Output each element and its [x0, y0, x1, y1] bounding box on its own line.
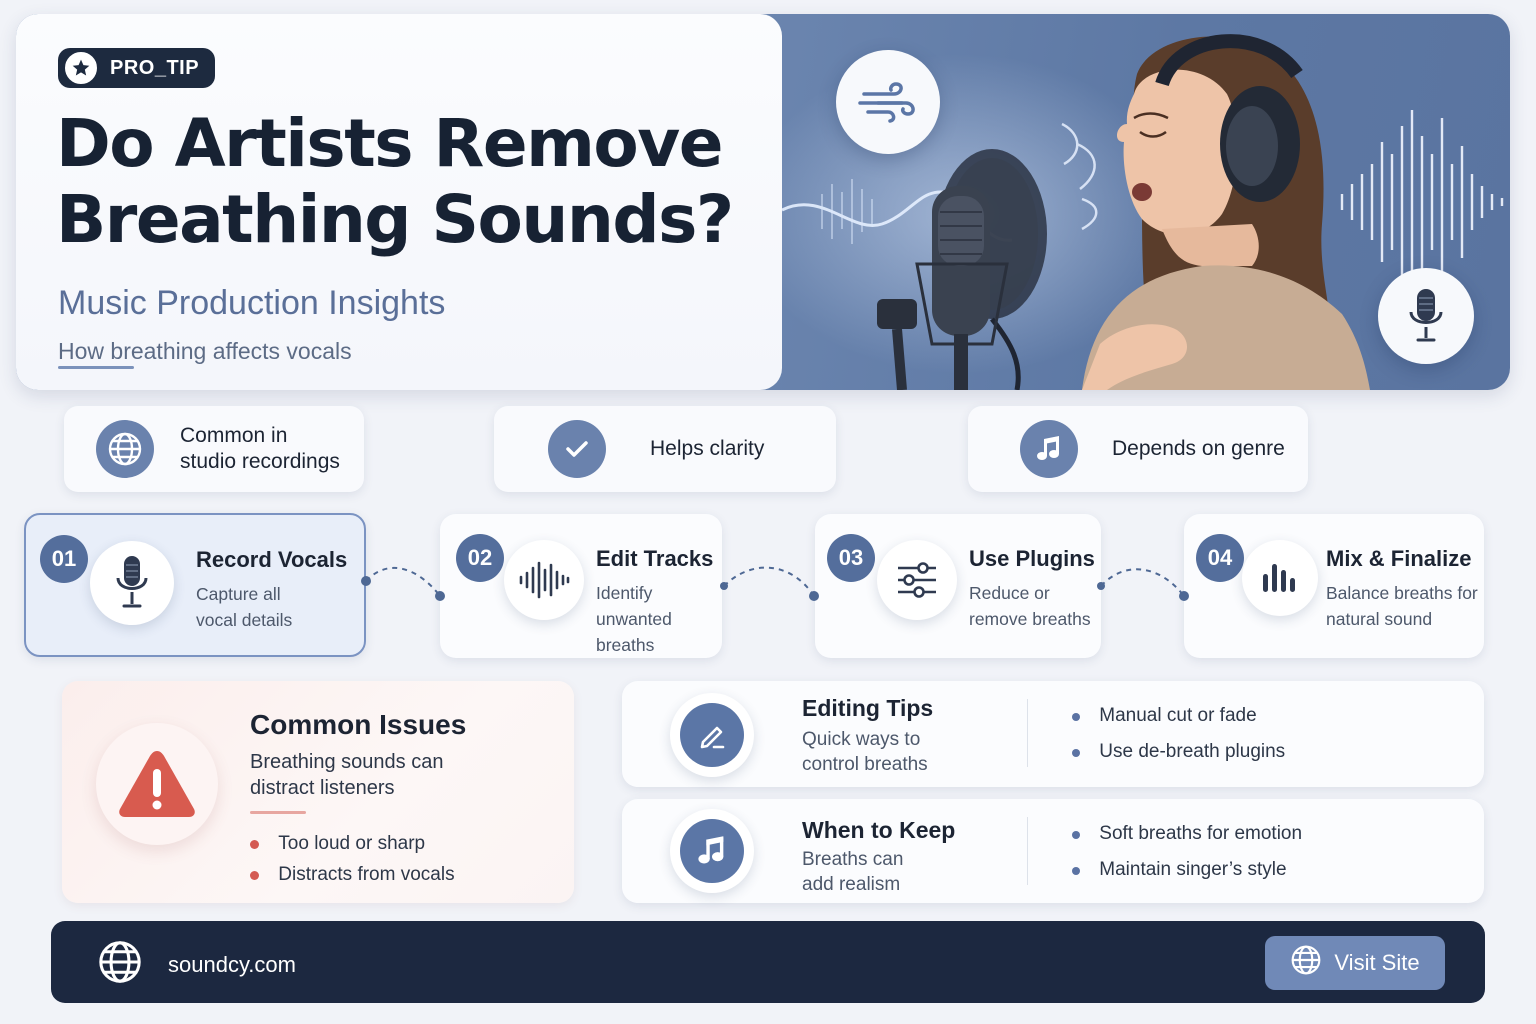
keep-desc-line: add realism	[802, 874, 901, 895]
editing-title: Editing Tips	[802, 695, 934, 721]
editing-desc-line: Quick ways to	[802, 729, 921, 750]
editing-desc: Quick ways to control breaths	[802, 727, 928, 777]
keep-title: When to Keep	[802, 817, 956, 843]
pencil-icon	[670, 693, 754, 777]
divider	[250, 811, 306, 814]
keep-item: Maintain singer’s style	[1072, 859, 1287, 881]
visit-site-button[interactable]: Visit Site	[1265, 936, 1445, 990]
bullet	[1072, 713, 1080, 721]
footer-bar: soundcy.com Visit Site	[51, 921, 1485, 1003]
keep-desc: Breaths can add realism	[802, 847, 903, 897]
issue-item: Distracts from vocals	[250, 864, 455, 886]
bullet	[1072, 831, 1080, 839]
issues-desc-line: distract listeners	[250, 777, 395, 799]
music-note-icon-bg	[680, 819, 744, 883]
tip-text: Use de-breath plugins	[1099, 741, 1286, 762]
divider	[1027, 817, 1028, 885]
keep-item: Soft breaths for emotion	[1072, 823, 1302, 845]
bullet	[1072, 749, 1080, 757]
when-to-keep-card: When to Keep Breaths can add realism Sof…	[622, 799, 1484, 903]
tip-text: Manual cut or fade	[1099, 705, 1257, 726]
keep-text: Maintain singer’s style	[1099, 859, 1287, 880]
editing-desc-line: control breaths	[802, 754, 928, 775]
tip-item: Use de-breath plugins	[1072, 741, 1285, 763]
issues-desc: Breathing sounds can distract listeners	[250, 749, 443, 801]
divider	[1027, 699, 1028, 767]
site-link[interactable]: soundcy.com	[168, 952, 296, 978]
keep-text: Soft breaths for emotion	[1099, 823, 1303, 844]
issues-desc-line: Breathing sounds can	[250, 751, 444, 773]
globe-icon	[97, 939, 143, 990]
music-note-icon	[670, 809, 754, 893]
editing-tips-card: Editing Tips Quick ways to control breat…	[622, 681, 1484, 787]
pencil-icon-bg	[680, 703, 744, 767]
issue-item: Too loud or sharp	[250, 833, 425, 855]
visit-site-label: Visit Site	[1334, 950, 1420, 975]
common-issues-card: Common Issues Breathing sounds can distr…	[62, 681, 574, 903]
bullet	[1072, 867, 1080, 875]
issues-title: Common Issues	[250, 709, 467, 740]
issue-text: Distracts from vocals	[278, 864, 455, 885]
bullet	[250, 871, 259, 880]
tip-item: Manual cut or fade	[1072, 705, 1257, 727]
keep-desc-line: Breaths can	[802, 849, 904, 870]
warning-icon	[96, 723, 218, 845]
bullet	[250, 840, 259, 849]
globe-icon	[1290, 944, 1322, 982]
issue-text: Too loud or sharp	[278, 833, 426, 854]
